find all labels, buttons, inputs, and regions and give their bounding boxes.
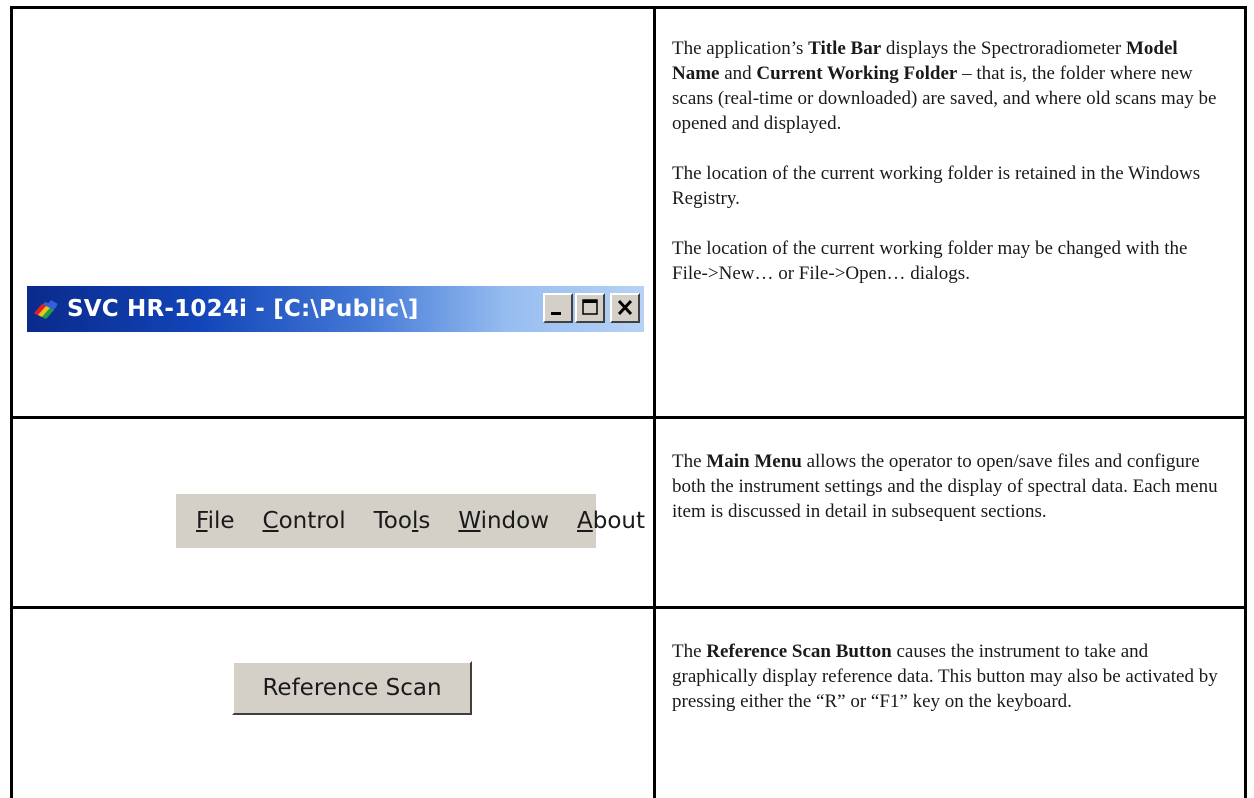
- menu-label-pre: Too: [373, 508, 412, 534]
- table-row-divider-2: [10, 606, 1247, 609]
- text-run: and: [719, 63, 757, 84]
- text-run: The: [672, 451, 707, 472]
- title-bar-paragraph-1: The application’s Title Bar displays the…: [672, 36, 1220, 136]
- table-border-top: [10, 6, 1247, 9]
- reference-scan-paragraph: The Reference Scan Button causes the ins…: [672, 639, 1220, 714]
- reference-scan-button[interactable]: Reference Scan: [232, 661, 472, 715]
- menu-label-rest: bout: [592, 508, 646, 534]
- accelerator-key: F: [196, 508, 208, 534]
- main-menu-description: The Main Menu allows the operator to ope…: [672, 449, 1220, 524]
- menu-item-file[interactable]: File: [196, 508, 235, 534]
- minimize-icon[interactable]: [543, 293, 573, 323]
- accelerator-key: C: [262, 508, 279, 534]
- menu-item-tools[interactable]: Tools: [374, 508, 431, 534]
- title-bar-paragraph-3: The location of the current working fold…: [672, 238, 1188, 284]
- close-icon[interactable]: [610, 293, 640, 323]
- menu-item-control[interactable]: Control: [263, 508, 346, 534]
- main-menu-sample: File Control Tools Window About: [176, 494, 645, 548]
- text-run: The: [672, 641, 707, 662]
- reference-scan-description: The Reference Scan Button causes the ins…: [672, 639, 1220, 714]
- title-bar-description: The application’s Title Bar displays the…: [672, 36, 1220, 286]
- term-main-menu: Main Menu: [706, 451, 802, 472]
- menu-item-about[interactable]: About: [577, 508, 645, 534]
- term-current-working-folder: Current Working Folder: [756, 63, 958, 84]
- menu-item-window[interactable]: Window: [458, 508, 549, 534]
- title-bar-sample: SVC HR-1024i - [C:\Public\]: [27, 286, 644, 332]
- menu-label-rest: ontrol: [278, 508, 346, 534]
- menu-label-rest: indow: [480, 508, 550, 534]
- maximize-icon[interactable]: [575, 293, 605, 323]
- menu-label-rest: s: [418, 508, 431, 534]
- table-border-left: [10, 6, 13, 798]
- table-column-divider: [653, 6, 656, 798]
- term-reference-scan-button: Reference Scan Button: [706, 641, 892, 662]
- main-menu-paragraph: The Main Menu allows the operator to ope…: [672, 449, 1220, 524]
- table-row-divider-1: [10, 416, 1247, 419]
- title-bar-text: SVC HR-1024i - [C:\Public\]: [67, 296, 419, 322]
- window-controls: [543, 293, 640, 323]
- accelerator-key: A: [577, 508, 593, 534]
- text-run: The application’s: [672, 38, 809, 59]
- text-run: displays the Spectroradiometer: [881, 38, 1126, 59]
- accelerator-key: W: [458, 508, 481, 534]
- app-icon: [34, 300, 58, 319]
- term-title-bar: Title Bar: [808, 38, 882, 59]
- menu-label-rest: ile: [207, 508, 235, 534]
- title-bar-paragraph-2: The location of the current working fold…: [672, 163, 1201, 209]
- table-border-right: [1244, 6, 1247, 798]
